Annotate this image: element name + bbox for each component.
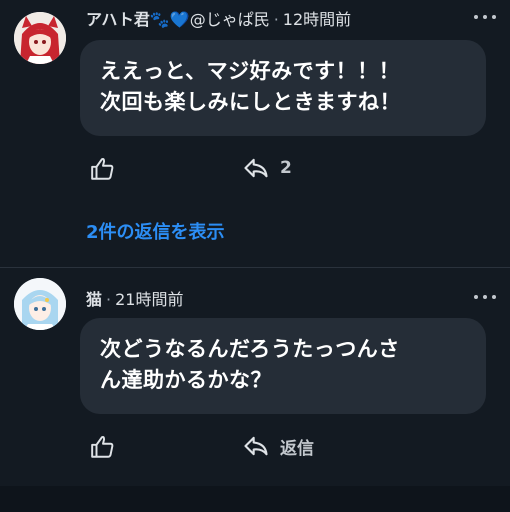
comment-bubble: ええっと、マジ好みです！！！ 次回も楽しみにしときますね！ bbox=[80, 40, 486, 136]
comment-card: アハト君🐾💙@じゃぱ民 · 12時間前 ええっと、マジ好みです！！！ 次回も楽しみに… bbox=[0, 0, 510, 267]
separator: · bbox=[273, 10, 279, 29]
more-options-icon[interactable] bbox=[474, 292, 496, 302]
avatar[interactable] bbox=[14, 278, 66, 330]
comment-card: 猫 · 21時間前 次どうなるんだろうたっつんさ ん達助かるかな？ 返信 bbox=[0, 268, 510, 486]
comment-text-line: ん達助かるかな？ bbox=[100, 368, 272, 392]
avatar[interactable] bbox=[14, 12, 66, 64]
comment-meta: 猫 · 21時間前 bbox=[86, 286, 183, 310]
separator: · bbox=[106, 290, 112, 309]
comment-text-line: ええっと、マジ好みです！！！ bbox=[100, 59, 401, 83]
like-icon[interactable] bbox=[90, 156, 116, 182]
comment-actions: 2 bbox=[0, 150, 510, 190]
avatar-image bbox=[14, 12, 66, 64]
timestamp: 12時間前 bbox=[282, 10, 352, 29]
reply-button[interactable]: 2 bbox=[242, 154, 292, 182]
reply-icon bbox=[244, 158, 268, 178]
reply-label: 返信 bbox=[280, 438, 314, 459]
timestamp: 21時間前 bbox=[115, 290, 184, 309]
comment-actions: 返信 bbox=[0, 428, 510, 468]
reply-button[interactable]: 返信 bbox=[242, 432, 314, 460]
author-name[interactable]: アハト君 bbox=[86, 10, 150, 29]
comment-text-line: 次どうなるんだろうたっつんさ bbox=[100, 337, 400, 361]
comment-bubble: 次どうなるんだろうたっつんさ ん達助かるかな？ bbox=[80, 318, 486, 414]
more-options-icon[interactable] bbox=[474, 12, 496, 22]
reply-icon bbox=[244, 436, 268, 456]
author-name[interactable]: 猫 bbox=[86, 290, 102, 309]
bottom-bar bbox=[0, 486, 510, 512]
avatar-image bbox=[14, 278, 66, 330]
author-emoji: 🐾💙 bbox=[149, 10, 190, 29]
view-replies-link[interactable]: 2件の返信を表示 bbox=[86, 218, 225, 244]
reply-count: 2 bbox=[280, 158, 292, 178]
comment-meta: アハト君🐾💙@じゃぱ民 · 12時間前 bbox=[86, 6, 351, 30]
author-handle: @じゃぱ民 bbox=[189, 10, 270, 29]
comment-text-line: 次回も楽しみにしときますね！ bbox=[100, 90, 401, 114]
like-icon[interactable] bbox=[90, 434, 116, 460]
